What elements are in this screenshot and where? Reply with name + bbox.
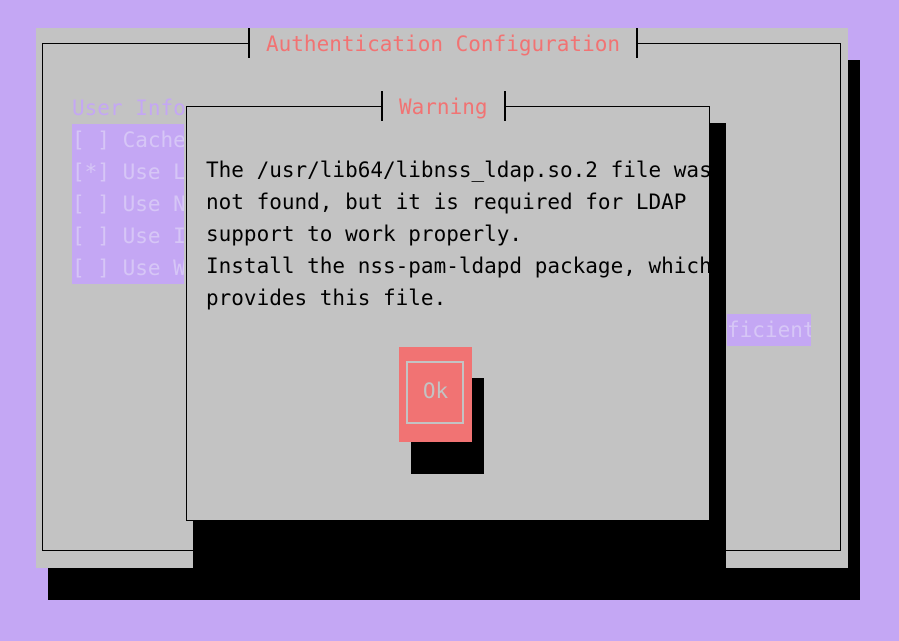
- user-info-options: [ ] Cache [*] Use L [ ] Use N [ ] Use I …: [72, 124, 184, 284]
- warning-dialog-title: Warning: [381, 91, 506, 121]
- message-line: not found, but it is required for LDAP: [206, 190, 687, 214]
- warning-message: The /usr/lib64/libnss_ldap.so.2 file was…: [206, 154, 712, 314]
- user-info-label: User Info: [72, 96, 186, 120]
- option-use-ldap[interactable]: [*] Use L: [72, 156, 184, 188]
- message-line: provides this file.: [206, 286, 447, 310]
- option-use-winbind[interactable]: [ ] Use W: [72, 252, 184, 284]
- option-efficient-partial[interactable]: ficient: [727, 314, 811, 346]
- option-use-ipa[interactable]: [ ] Use I: [72, 220, 184, 252]
- message-line: The /usr/lib64/libnss_ldap.so.2 file was: [206, 158, 712, 182]
- option-cache-info[interactable]: [ ] Cache: [72, 124, 184, 156]
- ok-button-label: Ok: [422, 379, 449, 403]
- message-line: support to work properly.: [206, 222, 523, 246]
- auth-config-title: Authentication Configuration: [248, 28, 639, 58]
- option-use-nis[interactable]: [ ] Use N: [72, 188, 184, 220]
- message-line: Install the nss-pam-ldapd package, which: [206, 254, 712, 278]
- ok-button[interactable]: Ok: [399, 347, 472, 442]
